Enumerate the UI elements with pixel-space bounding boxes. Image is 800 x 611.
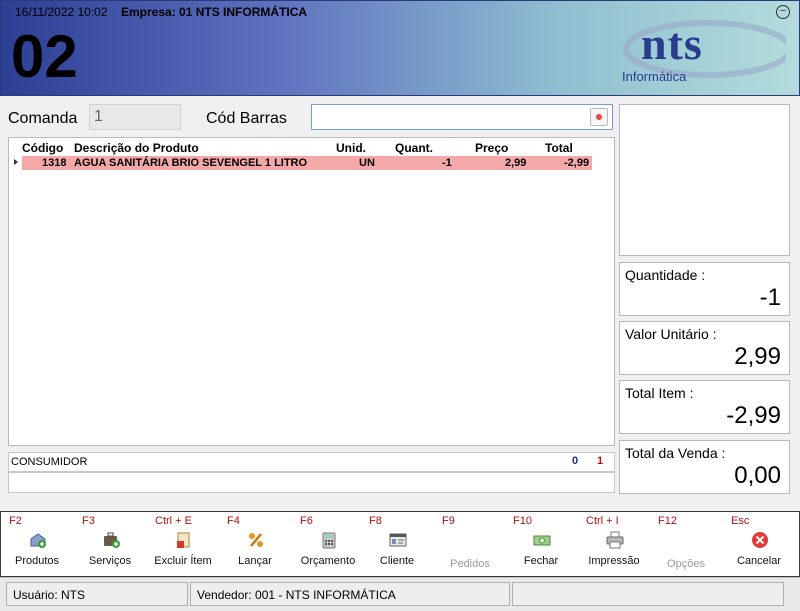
button-label: Orçamento: [300, 555, 356, 567]
customer-extra-field[interactable]: [8, 472, 615, 493]
comanda-field[interactable]: 1: [89, 104, 181, 130]
valor-unitario-value: 2,99: [734, 343, 781, 370]
shortcut-key: Ctrl + E: [155, 515, 192, 527]
cell-total: -2,99: [564, 157, 590, 169]
table-row[interactable]: 1318 AGUA SANITÁRIA BRIO SEVENGEL 1 LITR…: [22, 156, 592, 170]
cancel-icon: [752, 532, 768, 548]
terminal-number: 02: [11, 23, 78, 90]
function-toolbar: F2 Produtos F3 Serviços Ctrl + E Excluir…: [0, 511, 800, 577]
column-header-codigo[interactable]: Código: [22, 141, 63, 155]
printer-icon: [606, 531, 624, 549]
button-label: Excluir Ítem: [154, 555, 212, 567]
button-label: Opções: [667, 558, 705, 570]
shortcut-key: F3: [82, 515, 95, 527]
quantidade-panel: Quantidade : -1: [619, 262, 790, 316]
nts-logo: nts Informática: [616, 11, 786, 89]
product-image-panel: [619, 104, 790, 256]
column-header-preco[interactable]: Preço: [475, 141, 508, 155]
shortcut-key: F12: [658, 515, 677, 527]
logo-text: nts: [641, 18, 703, 69]
valor-unitario-label: Valor Unitário :: [625, 326, 717, 342]
button-label: Pedidos: [450, 558, 490, 570]
column-header-unid[interactable]: Unid.: [336, 141, 366, 155]
lancar-button[interactable]: F4 Lançar: [219, 512, 291, 576]
customer-count-a: 0: [572, 455, 579, 467]
percent-icon: [249, 533, 263, 547]
products-icon: [30, 533, 46, 548]
impressao-button[interactable]: Ctrl + I Impressão: [578, 512, 650, 576]
quantidade-label: Quantidade :: [625, 267, 706, 283]
customer-field[interactable]: CONSUMIDOR: [8, 452, 615, 472]
shortcut-key: Esc: [731, 515, 750, 527]
shortcut-key: F4: [227, 515, 240, 527]
column-header-quant[interactable]: Quant.: [395, 141, 433, 155]
shortcut-key: F10: [513, 515, 532, 527]
client-card-icon: [389, 533, 407, 547]
comanda-label: Comanda: [8, 110, 78, 127]
shortcut-key: F9: [442, 515, 455, 527]
button-label: Lançar: [238, 555, 272, 567]
status-usuario: Usuário: NTS: [6, 582, 188, 606]
cell-preco: 2,99: [505, 157, 527, 169]
excluir-item-button[interactable]: Ctrl + E Excluir Ítem: [147, 512, 219, 576]
button-label: Fechar: [523, 555, 559, 567]
orcamento-button[interactable]: F6 Orçamento: [292, 512, 364, 576]
total-venda-panel: Total da Venda : 0,00: [619, 440, 790, 494]
delete-item-icon: [177, 532, 190, 548]
cell-quant: -1: [442, 157, 452, 169]
money-icon: [533, 535, 551, 546]
customer-count-b: 1: [597, 455, 604, 467]
column-header-total[interactable]: Total: [545, 141, 573, 155]
logo-subtitle: Informática: [622, 69, 687, 84]
current-row-indicator: [14, 159, 18, 165]
cell-unid: UN: [359, 157, 375, 169]
valor-unitario-panel: Valor Unitário : 2,99: [619, 321, 790, 375]
status-bar: Usuário: NTS Vendedor: 001 - NTS INFORMÁ…: [0, 577, 800, 611]
total-venda-value: 0,00: [734, 462, 781, 489]
shortcut-key: F2: [9, 515, 22, 527]
calculator-icon: [322, 532, 336, 549]
header-banner: 16/11/2022 10:02 Empresa: 01 NTS INFORMÁ…: [0, 0, 800, 96]
button-label: Produtos: [14, 555, 60, 567]
shortcut-key: Ctrl + I: [586, 515, 619, 527]
shortcut-key: F6: [300, 515, 313, 527]
fechar-button[interactable]: F10 Fechar: [505, 512, 577, 576]
barcode-clear-button[interactable]: [590, 108, 608, 126]
pedidos-button[interactable]: F9 Pedidos: [434, 512, 506, 576]
total-item-value: -2,99: [726, 402, 781, 429]
cell-codigo: 1318: [42, 157, 67, 169]
total-venda-label: Total da Venda :: [625, 445, 726, 461]
cliente-button[interactable]: F8 Cliente: [361, 512, 433, 576]
column-header-descricao[interactable]: Descrição do Produto: [74, 141, 199, 155]
header-company: Empresa: 01 NTS INFORMÁTICA: [121, 5, 308, 19]
total-item-label: Total Item :: [625, 385, 694, 401]
barcode-input[interactable]: [311, 104, 613, 130]
barcode-label: Cód Barras: [206, 110, 287, 127]
items-grid[interactable]: Código Descrição do Produto Unid. Quant.…: [8, 137, 615, 446]
button-label: Cliente: [379, 555, 415, 567]
shortcut-key: F8: [369, 515, 382, 527]
status-vendedor: Vendedor: 001 - NTS INFORMÁTICA: [190, 582, 510, 606]
services-icon: [104, 532, 120, 548]
button-label: Cancelar: [736, 555, 782, 567]
produtos-button[interactable]: F2 Produtos: [1, 512, 73, 576]
servicos-button[interactable]: F3 Serviços: [74, 512, 146, 576]
quantidade-value: -1: [759, 284, 781, 311]
button-label: Impressão: [588, 555, 640, 567]
header-datetime: 16/11/2022 10:02: [15, 5, 108, 19]
opcoes-button[interactable]: F12 Opções: [650, 512, 722, 576]
cancelar-button[interactable]: Esc Cancelar: [723, 512, 795, 576]
button-label: Serviços: [88, 555, 132, 567]
total-item-panel: Total Item : -2,99: [619, 380, 790, 434]
cell-descricao: AGUA SANITÁRIA BRIO SEVENGEL 1 LITRO: [74, 157, 308, 169]
status-extra: [512, 582, 784, 606]
